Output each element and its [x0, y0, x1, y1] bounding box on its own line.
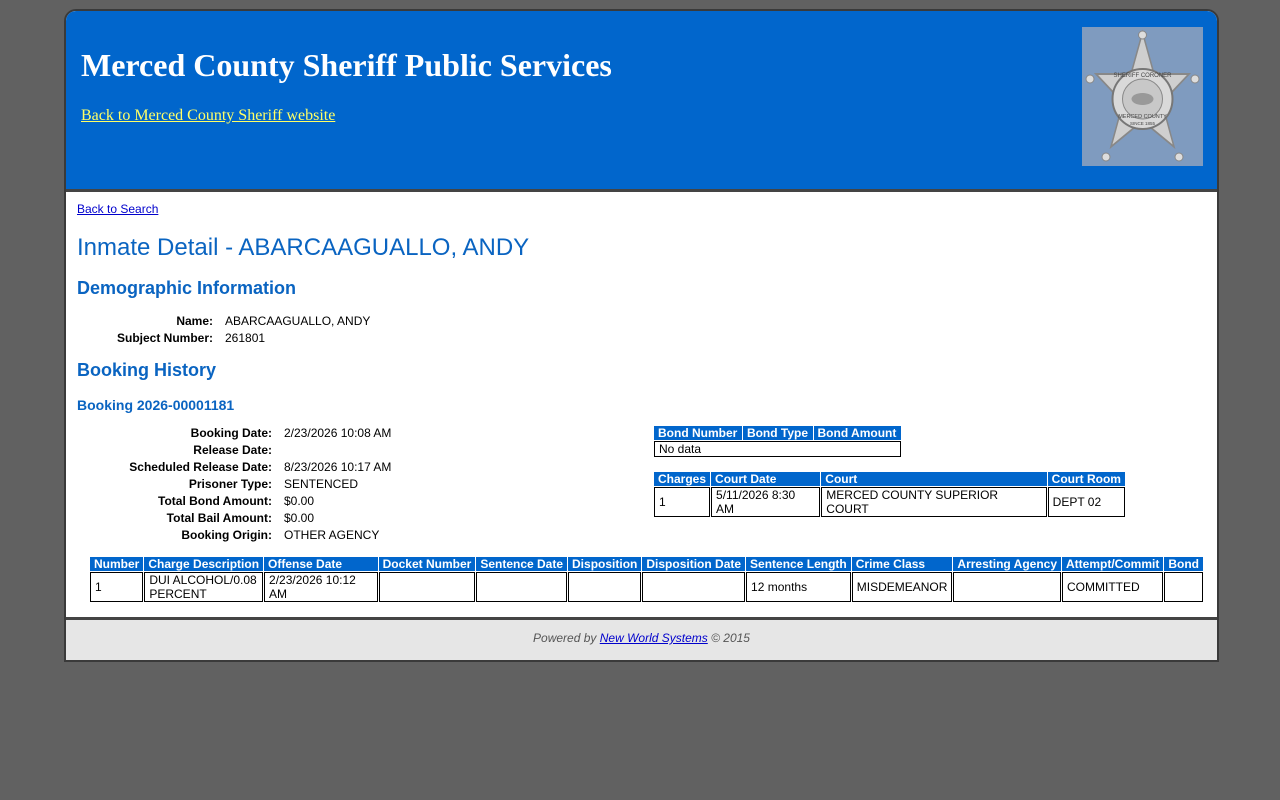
svg-text:SHERIFF CORONER: SHERIFF CORONER [1113, 73, 1172, 79]
back-to-search-link[interactable]: Back to Search [77, 202, 158, 216]
court-table-cell: DEPT 02 [1047, 487, 1125, 517]
court-table-header: Court Date [711, 472, 821, 486]
charges-table-cell [953, 572, 1062, 602]
bond-table-empty: No data [654, 441, 901, 457]
charges-table-cell [378, 572, 476, 602]
charges-table-header: Attempt/Commit [1062, 557, 1164, 571]
court-table-header: Charges [654, 472, 711, 486]
booking-field-label: Total Bond Amount: [158, 494, 272, 508]
subject-number-label: Subject Number: [116, 331, 213, 345]
name-value: ABARCAAGUALLO, ANDY [225, 314, 371, 328]
charges-table-header: Sentence Date [476, 557, 568, 571]
bond-table: Bond Number Bond Type Bond Amount No data [653, 425, 902, 458]
sheriff-star-badge-icon: SHERIFF CORONER MERCED COUNTY SINCE 1855 [1082, 27, 1203, 166]
booking-field-label: Scheduled Release Date: [129, 460, 272, 474]
court-table-header: Court [821, 472, 1047, 486]
charges-table-header: Number [90, 557, 144, 571]
booking-field-label: Release Date: [193, 443, 272, 457]
charges-table-header: Arresting Agency [953, 557, 1062, 571]
court-table: Charges Court Date Court Court Room 1 5/11/2… [653, 471, 1126, 518]
court-table-cell: 5/11/2026 8:30 AM [711, 487, 821, 517]
charges-table-cell: COMMITTED [1062, 572, 1164, 602]
subject-number-value: 261801 [225, 331, 266, 345]
court-table-row: 1 5/11/2026 8:30 AM MERCED COUNTY SUPERIOR… [654, 487, 1125, 517]
charges-table-cell: 1 [90, 572, 144, 602]
charges-table-row: 1 DUI ALCOHOL/0.08 PERCENT 2/23/2026 10:12… [90, 572, 1203, 602]
svg-text:MERCED COUNTY: MERCED COUNTY [1118, 114, 1167, 120]
court-table-cell: MERCED COUNTY SUPERIOR COURT [821, 487, 1047, 517]
site-title: Merced County Sheriff Public Services [81, 47, 612, 83]
charges-table: Number Charge Description Offense Date Dock… [89, 556, 1204, 603]
bond-table-header: Bond Type [742, 426, 813, 440]
charges-table-header: Offense Date [264, 557, 378, 571]
booking-field-value: $0.00 [284, 494, 315, 508]
bond-table-header: Bond Number [654, 426, 742, 440]
charges-table-header: Crime Class [851, 557, 953, 571]
booking-field-value: $0.00 [284, 511, 315, 525]
charges-table-cell: 2/23/2026 10:12 AM [264, 572, 378, 602]
site-header: Merced County Sheriff Public Services Ba… [66, 11, 1217, 192]
charges-table-header: Sentence Length [746, 557, 851, 571]
charges-table-cell: DUI ALCOHOL/0.08 PERCENT [144, 572, 264, 602]
page-title: Inmate Detail - ABARCAAGUALLO, ANDY [77, 234, 530, 261]
name-label: Name: [176, 314, 213, 328]
charges-table-cell [1164, 572, 1203, 602]
charges-table-header: Bond [1164, 557, 1203, 571]
charges-table-cell [642, 572, 746, 602]
svg-text:SINCE 1855: SINCE 1855 [1130, 121, 1156, 126]
main-content: Back to Search Inmate Detail - ABARCAAGU… [66, 192, 1217, 617]
copyright-text: © 2015 [711, 631, 750, 645]
page-container: Merced County Sheriff Public Services Ba… [64, 9, 1219, 662]
site-footer: Powered by New World Systems © 2015 [66, 617, 1217, 660]
charges-table-header: Charge Description [144, 557, 264, 571]
booking-field-value: 8/23/2026 10:17 AM [284, 460, 392, 474]
charges-table-header: Disposition Date [642, 557, 746, 571]
booking-field-value: 2/23/2026 10:08 AM [284, 426, 392, 440]
bond-table-header: Bond Amount [813, 426, 901, 440]
charges-table-cell: MISDEMEANOR [851, 572, 953, 602]
court-table-header: Court Room [1047, 472, 1125, 486]
court-table-cell: 1 [654, 487, 711, 517]
booking-field-label: Prisoner Type: [188, 477, 272, 491]
charges-table-cell [568, 572, 642, 602]
booking-field-label: Booking Date: [190, 426, 272, 440]
booking-field-label: Booking Origin: [181, 528, 272, 542]
back-to-sheriff-website-link[interactable]: Back to Merced County Sheriff website [81, 107, 335, 125]
booking-history-heading: Booking History [77, 360, 217, 380]
charges-table-header: Disposition [568, 557, 642, 571]
charges-table-cell [476, 572, 568, 602]
booking-number-heading: Booking 2026-00001181 [77, 397, 235, 413]
powered-by-text: Powered by [533, 631, 597, 645]
demographic-heading: Demographic Information [77, 278, 297, 298]
booking-field-value: OTHER AGENCY [284, 528, 380, 542]
new-world-systems-link[interactable]: New World Systems [600, 631, 708, 645]
booking-field-value: SENTENCED [284, 477, 359, 491]
charges-table-cell: 12 months [746, 572, 851, 602]
booking-field-label: Total Bail Amount: [166, 511, 272, 525]
charges-table-header: Docket Number [378, 557, 476, 571]
